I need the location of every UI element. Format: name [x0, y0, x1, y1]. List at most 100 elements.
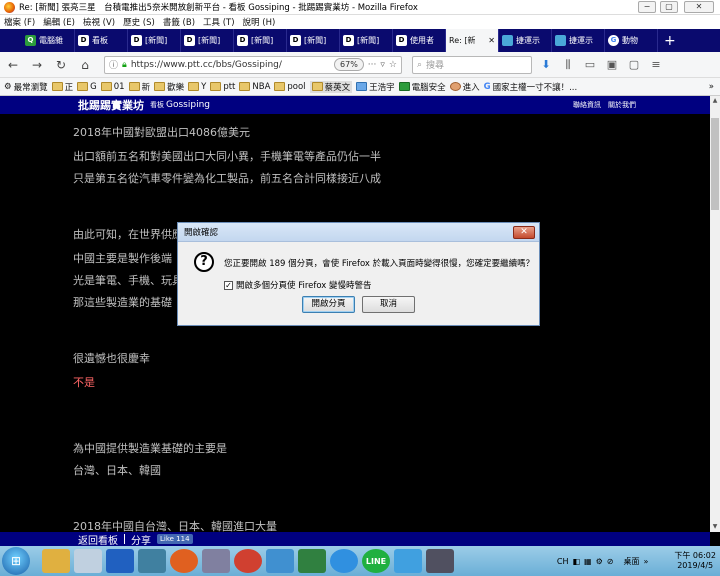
tab-active[interactable]: Re: [新 ✕ — [446, 29, 499, 52]
bookmark-item[interactable]: G 國家主權一寸不讓！... — [484, 81, 578, 93]
tab-favicon-icon: D — [237, 35, 248, 46]
url-bar[interactable]: ⓘ 🔒︎ https://www.ptt.cc/bbs/Gossiping/ 6… — [104, 55, 402, 74]
search-bar[interactable]: ⌕ 搜尋 — [412, 55, 532, 74]
start-button[interactable]: ⊞ — [2, 547, 30, 575]
tab[interactable]: D [新聞] — [287, 29, 340, 52]
menu-help[interactable]: 說明 (H) — [243, 16, 276, 28]
tab[interactable]: Q 電腦雜 — [22, 29, 75, 52]
menu-view[interactable]: 檢視 (V) — [83, 16, 115, 28]
bookmark-item[interactable]: 新 — [128, 81, 150, 93]
cancel-button[interactable]: 取消 — [362, 296, 415, 313]
app-icon[interactable] — [106, 549, 134, 573]
menu-file[interactable]: 檔案 (F) — [4, 16, 35, 28]
tab[interactable]: D 看板 — [75, 29, 128, 52]
search-input[interactable]: 搜尋 — [426, 58, 444, 71]
bookmark-item[interactable]: 王浩宇 — [356, 81, 395, 93]
app-icon[interactable] — [298, 549, 326, 573]
tray-icon[interactable]: ⚙ — [596, 557, 603, 566]
bookmark-item[interactable]: ⚙ 最常瀏覽 — [4, 81, 48, 93]
scroll-up-icon[interactable]: ▲ — [710, 96, 720, 106]
tab[interactable]: D 使用者 — [393, 29, 446, 52]
screenshot-icon[interactable]: ▣ — [604, 57, 620, 73]
tray-icon[interactable]: ▦ — [584, 557, 592, 566]
close-tab-icon[interactable]: ✕ — [488, 36, 495, 45]
input-language[interactable]: CH — [557, 557, 569, 566]
tab[interactable]: D [新聞] — [128, 29, 181, 52]
sidebar-icon[interactable]: ▭ — [582, 57, 598, 73]
reload-icon[interactable]: ↻ — [52, 56, 70, 74]
tab[interactable]: 捷運示 — [552, 29, 605, 52]
tray-icon[interactable]: ⊘ — [607, 557, 614, 566]
desktop-label[interactable]: 桌面 — [623, 556, 639, 567]
dialog-close-button[interactable]: ✕ — [513, 226, 535, 239]
tab[interactable]: D [新聞] — [181, 29, 234, 52]
url-text[interactable]: https://www.ptt.cc/bbs/Gossiping/ — [131, 60, 330, 70]
ptt-brand-link[interactable]: 批踢踢實業坊 — [78, 97, 144, 113]
bookmark-item[interactable]: pool — [274, 82, 306, 92]
bookmark-item[interactable]: NBA — [239, 82, 270, 92]
maximize-button[interactable]: ▢ — [660, 1, 678, 13]
page-actions-icon[interactable]: ··· — [368, 60, 377, 70]
scroll-thumb[interactable] — [711, 118, 719, 210]
explorer-icon[interactable] — [42, 549, 70, 573]
menu-history[interactable]: 歷史 (S) — [123, 16, 155, 28]
clock[interactable]: 下午 06:02 2019/4/5 — [674, 551, 716, 571]
firefox-taskbar-icon[interactable] — [170, 549, 198, 573]
close-window-button[interactable]: ✕ — [684, 1, 714, 13]
new-tab-button[interactable]: + — [658, 29, 682, 52]
content-line: 只是第五名從汽車零件變為化工製品，前五名合計同樣接近八成 — [73, 172, 381, 185]
app-icon[interactable] — [266, 549, 294, 573]
tab[interactable]: D [新聞] — [234, 29, 287, 52]
zoom-indicator[interactable]: 67% — [334, 58, 364, 71]
bookmark-item[interactable]: 01 — [100, 82, 125, 92]
bookmark-item[interactable]: 蔡英文 — [309, 80, 353, 93]
board-link[interactable]: Gossiping — [166, 100, 210, 110]
bookmark-item[interactable]: 正 — [51, 81, 73, 93]
open-tabs-button[interactable]: 開啟分頁 — [302, 296, 355, 313]
cloud-app-icon[interactable] — [394, 549, 422, 573]
warn-checkbox-row[interactable]: ✓ 開啟多個分頁使 Firefox 變慢時警告 — [224, 279, 372, 291]
library-icon[interactable]: ⫼ — [560, 57, 576, 73]
forward-arrow-icon[interactable]: → — [28, 56, 46, 74]
header-links[interactable]: 聯絡資訊 關於我們 — [573, 100, 636, 110]
tray-expand-icon[interactable]: » — [643, 557, 648, 566]
bookmark-item[interactable]: 進入 — [449, 81, 480, 93]
chrome-icon[interactable] — [234, 549, 262, 573]
pocket-icon[interactable]: ▿ — [380, 60, 385, 70]
bookmark-item[interactable]: Y — [188, 82, 206, 92]
network-app-icon[interactable] — [138, 549, 166, 573]
extension-icon[interactable]: ▢ — [626, 57, 642, 73]
menu-bookmarks[interactable]: 書籤 (B) — [163, 16, 195, 28]
back-to-board-link[interactable]: 返回看板 — [78, 532, 118, 547]
fb-like-button[interactable]: Like 114 — [157, 534, 193, 544]
app-icon[interactable] — [426, 549, 454, 573]
star-icon[interactable]: ☆ — [389, 60, 397, 70]
minimize-button[interactable]: − — [638, 1, 656, 13]
more-bookmarks-icon[interactable]: » — [709, 82, 714, 92]
bookmark-item[interactable]: 電腦安全 — [398, 81, 446, 93]
snipping-icon[interactable] — [74, 549, 102, 573]
menu-icon[interactable]: ≡ — [648, 57, 664, 73]
menu-tools[interactable]: 工具 (T) — [203, 16, 235, 28]
menu-edit[interactable]: 編輯 (E) — [43, 16, 75, 28]
back-arrow-icon[interactable]: ← — [4, 56, 22, 74]
tab[interactable]: D [新聞] — [340, 29, 393, 52]
warn-checkbox[interactable]: ✓ — [224, 280, 233, 290]
page-scrollbar[interactable]: ▲ ▼ — [710, 96, 720, 532]
home-icon[interactable]: ⌂ — [76, 56, 94, 74]
scroll-down-icon[interactable]: ▼ — [710, 522, 720, 532]
line-icon[interactable]: LINE — [362, 549, 390, 573]
share-link[interactable]: 分享 — [131, 532, 151, 547]
bookmark-label: ptt — [223, 81, 236, 92]
bookmark-item[interactable]: ptt — [210, 82, 235, 92]
info-icon[interactable]: ⓘ — [109, 58, 118, 71]
tray-icon[interactable]: ◧ — [572, 557, 580, 566]
download-icon[interactable]: ⬇ — [538, 57, 554, 73]
tab[interactable]: G 動物 — [605, 29, 658, 52]
app-icon[interactable] — [202, 549, 230, 573]
bookmark-item[interactable]: 歡樂 — [154, 81, 184, 93]
ie-icon[interactable] — [330, 549, 358, 573]
tab[interactable]: 捷運示 — [499, 29, 552, 52]
bookmark-item[interactable]: G — [77, 82, 97, 92]
lock-icon[interactable]: 🔒︎ — [122, 60, 127, 70]
